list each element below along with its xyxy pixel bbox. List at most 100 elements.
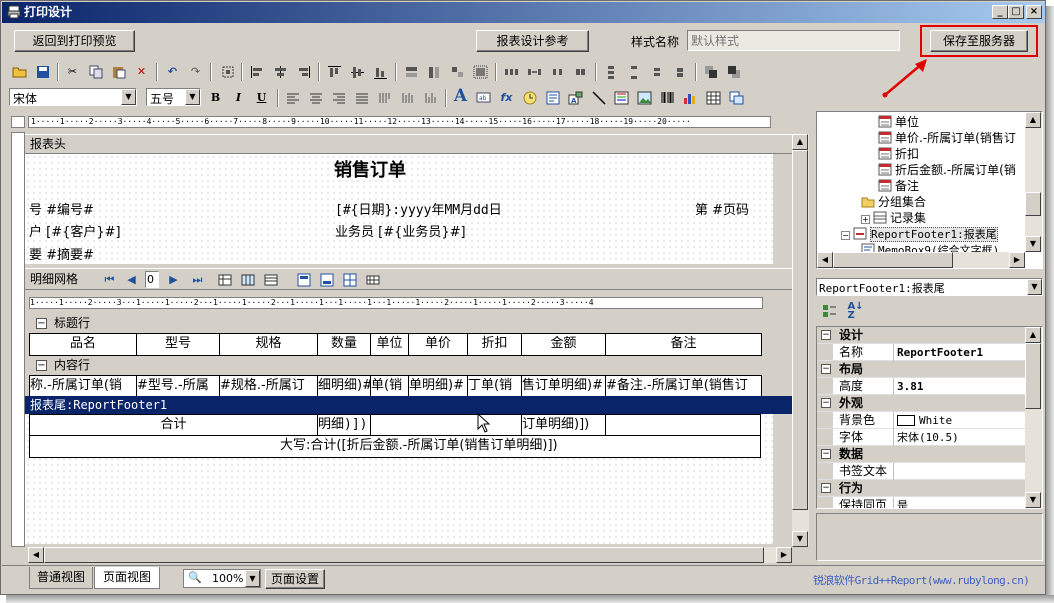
group-header-icon[interactable] xyxy=(296,271,313,288)
report-title[interactable]: 销售订单 xyxy=(334,156,406,182)
prop-scroll-thumb[interactable] xyxy=(1025,343,1041,409)
line-icon[interactable] xyxy=(590,89,607,106)
title-cell[interactable]: 折扣 xyxy=(467,333,522,356)
design-reference-button[interactable]: 报表设计参考 xyxy=(476,30,589,52)
prop-value[interactable]: White xyxy=(919,412,952,429)
content-cell[interactable]: 单(销 xyxy=(370,375,409,398)
collapse-icon[interactable]: − xyxy=(821,398,831,408)
title-cell[interactable]: 单位 xyxy=(370,333,409,356)
prop-category[interactable]: − 设计 xyxy=(817,327,1025,344)
align-bottom-icon[interactable] xyxy=(372,63,389,80)
text-align-center-icon[interactable] xyxy=(307,89,324,106)
collapse-icon[interactable]: − xyxy=(841,231,850,240)
redo-icon[interactable]: ↷ xyxy=(187,63,204,80)
tree-item[interactable]: 折扣 xyxy=(878,146,919,162)
total-remark-cell[interactable] xyxy=(605,414,761,436)
title-row-header[interactable]: − 标题行 xyxy=(25,314,795,333)
chevron-down-icon[interactable]: ▼ xyxy=(121,89,136,105)
content-cell[interactable]: 售订单明细)# xyxy=(521,375,606,398)
content-cell[interactable]: 细明细)# xyxy=(317,375,371,398)
grid-style-icon[interactable] xyxy=(365,271,382,288)
report-header-band[interactable]: 报表头 xyxy=(25,134,795,154)
content-cell[interactable]: #备注.-所属订单(销售订 xyxy=(605,375,762,398)
static-text-icon[interactable]: A xyxy=(452,86,469,106)
italic-button[interactable]: I xyxy=(230,89,247,106)
prop-row[interactable]: 书签文本 xyxy=(817,463,1025,480)
send-back-icon[interactable] xyxy=(726,63,743,80)
tree-item[interactable]: + 记录集 xyxy=(861,210,926,226)
customer-field[interactable]: 户 [#{客户}#] xyxy=(29,221,121,240)
field-box-icon[interactable]: ab xyxy=(475,89,492,106)
prop-vscroll[interactable]: ▲ ▼ xyxy=(1025,327,1042,508)
tab-page-view[interactable]: 页面视图 xyxy=(94,567,160,589)
same-size-icon[interactable] xyxy=(449,63,466,80)
prop-category[interactable]: − 布局 xyxy=(817,361,1025,378)
expand-icon[interactable]: + xyxy=(861,215,870,224)
summary-box-icon[interactable]: fx xyxy=(498,89,515,106)
title-cell[interactable]: 品名 xyxy=(29,333,137,356)
select-all-icon[interactable] xyxy=(219,63,236,80)
last-page-icon[interactable]: ⏭ xyxy=(189,271,206,288)
tab-normal-view[interactable]: 普通视图 xyxy=(29,567,93,589)
tree-hscroll[interactable]: ◀ ▶ xyxy=(817,252,1025,268)
v-spacing-remove-icon[interactable] xyxy=(672,63,689,80)
tree-scroll-thumb[interactable] xyxy=(1025,192,1041,216)
collapse-icon[interactable]: − xyxy=(36,318,47,329)
align-right-icon[interactable] xyxy=(295,63,312,80)
sort-az-icon[interactable]: A↓ Z xyxy=(847,301,864,320)
scroll-up-icon[interactable]: ▲ xyxy=(792,134,808,150)
grid-settings-icon[interactable] xyxy=(217,271,234,288)
content-cell[interactable]: #型号.-所属 xyxy=(136,375,220,398)
h-spacing-dec-icon[interactable] xyxy=(549,63,566,80)
report-footer-band[interactable]: 报表尾:ReportFooter1 xyxy=(25,396,801,414)
total-label-cell[interactable]: 合计 xyxy=(29,414,318,436)
same-height-icon[interactable] xyxy=(426,63,443,80)
next-page-icon[interactable]: ▶ xyxy=(165,271,182,288)
salesman-field[interactable]: 业务员 [#{业务员}#] xyxy=(335,221,466,240)
title-cell[interactable]: 数量 xyxy=(317,333,371,356)
picture-box-icon[interactable] xyxy=(636,89,653,106)
subreport-icon[interactable] xyxy=(728,89,745,106)
prop-row[interactable]: 名称 ReportFooter1 xyxy=(817,344,1025,361)
content-cell[interactable]: 称.-所属订单(销 xyxy=(29,375,137,398)
undo-icon[interactable]: ↶ xyxy=(164,63,181,80)
page-no-field[interactable]: 第 #页码 xyxy=(695,199,749,218)
underline-button[interactable]: U xyxy=(253,89,270,106)
chevron-down-icon[interactable]: ▼ xyxy=(1027,279,1042,295)
copy-icon[interactable] xyxy=(87,63,104,80)
cross-tab-icon[interactable] xyxy=(342,271,359,288)
tree-item[interactable]: 折后金额.-所属订单(销 xyxy=(878,162,1016,178)
order-no-field[interactable]: 号 #编号# xyxy=(29,199,94,218)
bring-front-icon[interactable] xyxy=(703,63,720,80)
memo-box-icon[interactable] xyxy=(544,89,561,106)
grid-page-input[interactable] xyxy=(145,271,159,288)
categorized-icon[interactable] xyxy=(821,302,838,319)
collapse-icon[interactable]: − xyxy=(821,449,831,459)
style-name-input[interactable] xyxy=(687,30,900,51)
collapse-icon[interactable]: − xyxy=(36,360,47,371)
scroll-up-icon[interactable]: ▲ xyxy=(1025,112,1041,128)
same-width-icon[interactable] xyxy=(403,63,420,80)
total-qty-cell[interactable]: 明细)]) xyxy=(317,414,371,436)
vertical-scrollbar[interactable]: ▲ ▼ xyxy=(792,134,809,547)
align-center-icon[interactable] xyxy=(272,63,289,80)
scroll-down-icon[interactable]: ▼ xyxy=(792,531,808,547)
back-to-preview-button[interactable]: 返回到打印预览 xyxy=(14,30,135,52)
collapse-icon[interactable]: − xyxy=(821,364,831,374)
scroll-right-icon[interactable]: ▶ xyxy=(776,547,792,563)
close-button[interactable]: × xyxy=(1026,5,1042,19)
v-align-bottom-icon[interactable] xyxy=(422,89,439,106)
prop-category[interactable]: − 行为 xyxy=(817,480,1025,497)
free-grid-icon[interactable]: A xyxy=(567,89,584,106)
title-cell[interactable]: 型号 xyxy=(136,333,220,356)
prop-row[interactable]: 保持同页是 xyxy=(817,497,1025,508)
zoom-select[interactable]: 🔍 100% ▼ xyxy=(183,569,261,588)
system-var-icon[interactable] xyxy=(521,89,538,106)
size-to-grid-icon[interactable] xyxy=(472,63,489,80)
scroll-down-icon[interactable]: ▼ xyxy=(1025,492,1041,508)
scroll-thumb[interactable] xyxy=(792,150,808,510)
chart-icon[interactable] xyxy=(682,89,699,106)
title-cell[interactable]: 单价 xyxy=(408,333,468,356)
v-spacing-inc-icon[interactable] xyxy=(626,63,643,80)
grid-table-icon[interactable] xyxy=(705,89,722,106)
